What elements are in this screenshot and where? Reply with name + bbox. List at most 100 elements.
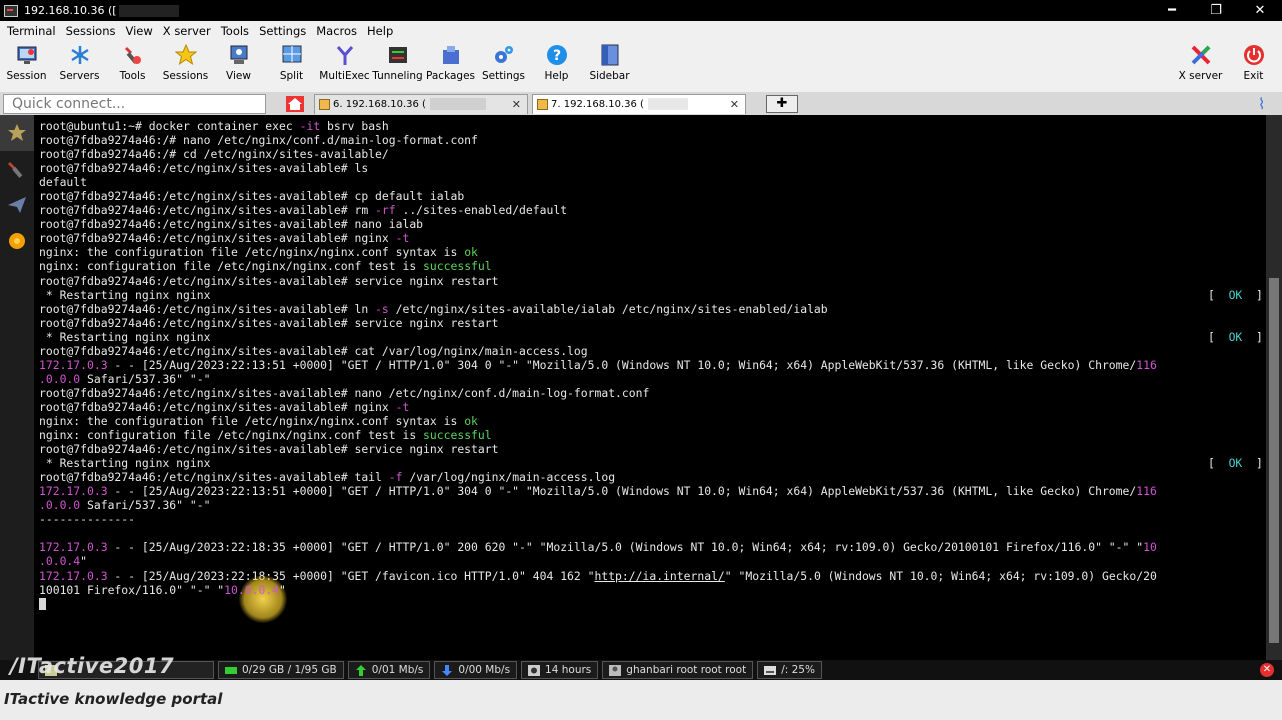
toolbar: Session Servers Tools Sessions View Spli… xyxy=(0,40,1282,92)
terminal-log-line: 172.17.0.3 - - [25/Aug/2023:22:18:35 +00… xyxy=(39,568,1157,583)
terminal-line: root@7fdba9274a46:/etc/nginx/sites-avail… xyxy=(39,273,499,288)
tab-label: 6. 192.168.10.36 ( xyxy=(333,98,426,110)
terminal-line: root@7fdba9274a46:/# nano /etc/nginx/con… xyxy=(39,133,478,148)
star-icon xyxy=(174,43,198,67)
tab-session-6[interactable]: 6. 192.168.10.36 ( ✕ xyxy=(314,93,528,114)
menu-terminal[interactable]: Terminal xyxy=(2,24,61,38)
menu-view[interactable]: View xyxy=(120,24,157,38)
ok-status: [ OK ] xyxy=(1208,287,1263,302)
redacted-tab-text xyxy=(429,98,486,110)
ok-status: [ OK ] xyxy=(1208,456,1263,471)
help-button[interactable]: ? Help xyxy=(530,40,583,92)
power-icon xyxy=(1242,43,1266,67)
servers-button[interactable]: Servers xyxy=(53,40,106,92)
status-disk: 0/29 GB / 1/95 GB xyxy=(218,661,344,679)
tools-button[interactable]: Tools xyxy=(106,40,159,92)
sidebar-sftp[interactable] xyxy=(0,187,34,223)
title-bar: 192.168.10.36 ([ ━ ❐ ✕ xyxy=(0,0,1282,21)
menu-bar: Terminal Sessions View X server Tools Se… xyxy=(0,21,1282,40)
orange-circle-icon xyxy=(9,233,25,249)
terminal-line: root@7fdba9274a46:/etc/nginx/sites-avail… xyxy=(39,161,369,176)
terminal-line-with-ok: * Restarting nginx nginx[ OK ] xyxy=(39,287,1263,302)
terminal-line: root@7fdba9274a46:/etc/nginx/sites-avail… xyxy=(39,385,650,400)
minimize-button[interactable]: ━ xyxy=(1150,0,1194,21)
tools-icon xyxy=(8,162,23,178)
status-upload: 0/01 Mb/s xyxy=(347,661,431,679)
terminal-log-line: .0.0.4" xyxy=(39,554,88,569)
multiexec-button[interactable]: MultiExec xyxy=(318,40,371,92)
sidebar-tools[interactable] xyxy=(0,151,34,187)
packages-icon xyxy=(439,43,463,67)
close-status-icon[interactable]: ✕ xyxy=(1260,663,1274,677)
footer-caption: ITactive knowledge portal xyxy=(4,690,223,708)
terminal-log-line: 172.17.0.3 - - [25/Aug/2023:22:13:51 +00… xyxy=(39,357,1157,372)
paperclip-icon[interactable]: ⌇ xyxy=(1258,95,1272,113)
status-cpu: /: 25% xyxy=(757,661,822,679)
star-icon xyxy=(8,124,26,141)
packages-button[interactable]: Packages xyxy=(424,40,477,92)
split-button[interactable]: Split xyxy=(265,40,318,92)
terminal-line: root@7fdba9274a46:/etc/nginx/sites-avail… xyxy=(39,470,616,485)
terminal-line: root@7fdba9274a46:/etc/nginx/sites-avail… xyxy=(39,301,828,316)
gear-icon xyxy=(492,43,516,67)
quick-connect-input[interactable]: Quick connect... xyxy=(3,93,266,114)
view-button[interactable]: View xyxy=(212,40,265,92)
split-icon xyxy=(280,43,304,67)
terminal-line: root@ubuntu1:~# docker container exec -i… xyxy=(39,119,389,133)
upload-arrow-icon xyxy=(355,664,366,676)
sidebar-macros[interactable] xyxy=(0,223,34,259)
new-tab-button[interactable]: ✚ xyxy=(766,94,798,113)
terminal-line: root@7fdba9274a46:/etc/nginx/sites-avail… xyxy=(39,203,568,218)
close-window-button[interactable]: ✕ xyxy=(1238,0,1282,21)
sidebar-button[interactable]: Sidebar xyxy=(583,40,636,92)
servers-icon xyxy=(68,43,92,67)
terminal-log-line: 172.17.0.3 - - [25/Aug/2023:22:18:35 +00… xyxy=(39,540,1157,555)
terminal-log-line: .0.0.0 Safari/537.36" "-" xyxy=(39,498,211,513)
terminal-line-with-ok: * Restarting nginx nginx[ OK ] xyxy=(39,456,1263,471)
help-icon: ? xyxy=(545,43,569,67)
terminal-line-with-ok: * Restarting nginx nginx[ OK ] xyxy=(39,329,1263,344)
terminal-scrollbar[interactable] xyxy=(1266,115,1282,660)
clock-icon xyxy=(528,664,541,676)
terminal-line: nginx: the configuration file /etc/nginx… xyxy=(39,413,478,428)
terminal-prompt-line xyxy=(39,597,1266,611)
terminal-line: root@7fdba9274a46:/etc/nginx/sites-avail… xyxy=(39,442,499,457)
video-footer: ITactive knowledge portal xyxy=(0,680,1282,720)
tab-bar: Quick connect... 6. 192.168.10.36 ( ✕ 7.… xyxy=(0,92,1282,115)
menu-sessions[interactable]: Sessions xyxy=(61,24,121,38)
session-button[interactable]: Session xyxy=(0,40,53,92)
menu-macros[interactable]: Macros xyxy=(311,24,362,38)
redacted-tab-text xyxy=(647,98,688,110)
menu-settings[interactable]: Settings xyxy=(254,24,311,38)
home-icon xyxy=(286,95,304,112)
menu-help[interactable]: Help xyxy=(362,24,398,38)
settings-button[interactable]: Settings xyxy=(477,40,530,92)
close-tab-icon[interactable]: ✕ xyxy=(512,98,521,111)
terminal-log-line: .0.0.0 Safari/537.36" "-" xyxy=(39,371,211,386)
tunneling-button[interactable]: Tunneling xyxy=(371,40,424,92)
terminal-output[interactable]: root@ubuntu1:~# docker container exec -i… xyxy=(34,115,1266,660)
restore-button[interactable]: ❐ xyxy=(1194,0,1238,21)
sessions-button[interactable]: Sessions xyxy=(159,40,212,92)
terminal-line: root@7fdba9274a46:/etc/nginx/sites-avail… xyxy=(39,343,588,358)
home-tab[interactable] xyxy=(280,94,310,114)
scrollbar-thumb[interactable] xyxy=(1269,278,1279,643)
close-tab-icon[interactable]: ✕ xyxy=(730,98,739,111)
terminal-line: root@7fdba9274a46:/etc/nginx/sites-avail… xyxy=(39,189,465,204)
terminal-line: root@7fdba9274a46:/etc/nginx/sites-avail… xyxy=(39,217,424,232)
exit-button[interactable]: Exit xyxy=(1227,40,1280,92)
sidebar-sessions[interactable] xyxy=(0,115,34,151)
terminal-line: nginx: configuration file /etc/nginx/ngi… xyxy=(39,428,492,443)
monitor-icon xyxy=(15,43,39,67)
terminal-log-line-highlighted: 100101 Firefox/116.0" "-" "10.0.0.4" xyxy=(39,574,1266,623)
xserver-button[interactable]: X server xyxy=(1174,40,1227,92)
text-cursor xyxy=(39,598,46,611)
menu-tools[interactable]: Tools xyxy=(216,24,254,38)
user-icon xyxy=(609,664,622,676)
status-bar: 0/29 GB / 1/95 GB 0/01 Mb/s 0/00 Mb/s 14… xyxy=(0,660,1282,680)
multiexec-icon xyxy=(333,43,357,67)
tab-session-7[interactable]: 7. 192.168.10.36 ( ✕ xyxy=(532,93,746,114)
menu-xserver[interactable]: X server xyxy=(158,24,216,38)
terminal-line: -------------- xyxy=(39,512,136,527)
